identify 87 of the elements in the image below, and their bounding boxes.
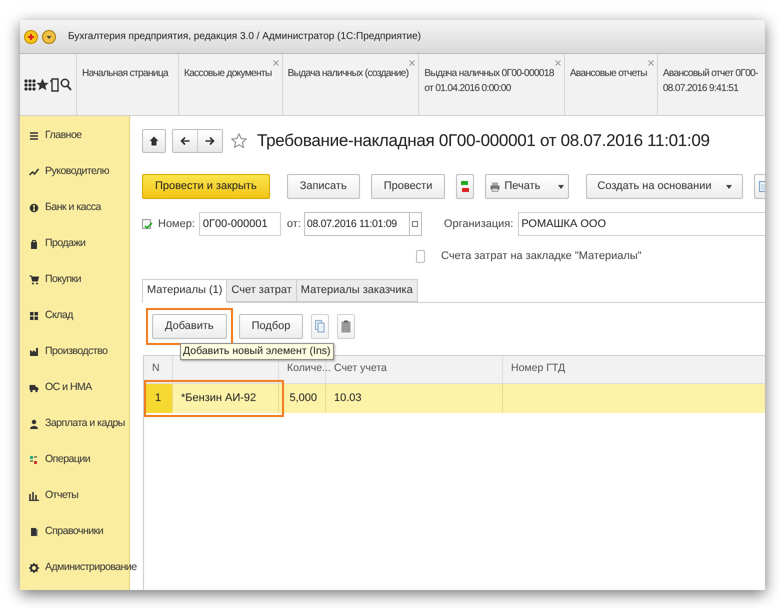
close-icon[interactable] <box>409 60 416 66</box>
home-icon <box>149 136 159 146</box>
sidebar-item[interactable]: Банк и касса <box>29 198 101 218</box>
warehouse-icon <box>29 311 39 321</box>
form-tab[interactable]: Материалы заказчика <box>296 278 418 302</box>
dropdown-caret-icon <box>558 184 564 188</box>
apps-grid-icon[interactable] <box>24 78 36 90</box>
form-title: Требование-накладная 0Г00-000001 от 08.07.2016 11:01:09 <box>257 130 710 152</box>
window-title: Бухгалтерия предприятия, редакция 3.0 / Администратор (1С:Предприятие) <box>68 30 422 44</box>
truck-icon <box>29 383 39 393</box>
table-toolbar-button[interactable]: Подбор <box>238 314 304 338</box>
sidebar-item[interactable]: Администрирование <box>29 558 137 578</box>
close-icon[interactable] <box>554 60 561 66</box>
number-field[interactable]: 0Г00-000001 <box>198 212 281 236</box>
tooltip: Добавить новый элемент (Ins) <box>180 342 334 360</box>
toolbar-button[interactable]: Провести <box>370 174 446 199</box>
books-icon <box>29 527 39 537</box>
paste-button[interactable] <box>337 314 356 338</box>
sidebar-item[interactable]: Зарплата и кадры <box>29 414 125 434</box>
star-outline-icon[interactable] <box>231 133 247 149</box>
ledger-entries-button[interactable] <box>456 174 474 199</box>
factory-icon <box>29 347 39 357</box>
checkbox-label: Счета затрат на закладке "Материалы" <box>441 249 642 264</box>
coin-icon <box>29 203 39 213</box>
sidebar-item[interactable]: ОС и НМА <box>29 378 92 398</box>
form-tab[interactable]: Счет затрат <box>227 278 297 302</box>
sidebar-item[interactable]: Производство <box>29 342 108 362</box>
sidebar-item[interactable]: Отчеты <box>29 486 78 506</box>
table-cell: 5,000 <box>279 384 326 412</box>
copy-button[interactable] <box>311 314 330 338</box>
trend-icon <box>29 167 39 177</box>
document-icon <box>758 181 765 192</box>
bar-chart-icon <box>29 491 39 501</box>
menu-caret-icon[interactable] <box>42 30 56 44</box>
bag-icon <box>29 239 39 249</box>
table-row[interactable]: 1 *Бензин АИ-92 5,000 10.03 <box>144 384 765 412</box>
post-and-close-button[interactable]: Провести и закрыть <box>142 174 270 199</box>
create-based-on-button[interactable]: Создать на основании <box>586 174 743 199</box>
sidebar-item[interactable]: Продажи <box>29 234 86 254</box>
column-header[interactable]: N <box>144 356 173 382</box>
section-tab[interactable]: Выдача наличных (создание) <box>282 54 420 115</box>
app-logo-icon[interactable] <box>24 30 38 44</box>
calendar-icon <box>412 221 418 227</box>
document-check-icon <box>142 218 153 230</box>
table-toolbar-button[interactable]: Добавить <box>152 314 227 338</box>
sidebar-item[interactable]: Склад <box>29 306 73 326</box>
clipboard-icon <box>341 320 352 332</box>
calendar-button[interactable] <box>410 212 422 236</box>
search-icon[interactable] <box>60 78 72 91</box>
checkbox[interactable] <box>416 250 425 263</box>
sidebar-item[interactable]: Покупки <box>29 270 81 290</box>
date-field[interactable]: 08.07.2016 11:01:09 <box>304 212 410 236</box>
star-icon[interactable] <box>36 78 49 91</box>
sidebar-item[interactable]: Руководителю <box>29 162 110 182</box>
sidebar-item[interactable]: Операции <box>29 450 90 470</box>
section-tab[interactable]: Начальная страница <box>77 54 179 115</box>
ledger-icon <box>460 180 470 194</box>
print-button[interactable]: Печать <box>485 174 570 199</box>
person-icon <box>29 419 39 429</box>
printer-icon <box>490 182 500 192</box>
organization-label: Организация: <box>444 216 514 232</box>
organization-field[interactable]: РОМАШКА ООО <box>518 212 765 236</box>
forward-arrow-icon <box>205 136 215 146</box>
section-tab[interactable]: Выдача наличных 0Г00-000018 от 01.04.2016 0:00:00 <box>419 54 565 115</box>
back-arrow-icon <box>180 136 190 146</box>
close-icon[interactable] <box>648 60 654 66</box>
form-tab[interactable]: Материалы (1) <box>142 278 228 302</box>
sidebar-item[interactable]: Справочники <box>29 522 104 542</box>
dropdown-caret-icon <box>726 184 732 188</box>
date-label: от: <box>286 216 301 232</box>
cart-icon <box>29 275 39 285</box>
ledger-icon <box>29 455 39 465</box>
column-header[interactable]: Номер ГТД <box>503 356 765 382</box>
copy-icon <box>315 320 326 332</box>
sidebar-item[interactable]: Главное <box>29 126 82 146</box>
table-cell: 1 <box>144 384 173 412</box>
section-tab[interactable]: Кассовые документы <box>178 54 283 115</box>
section-tab[interactable]: Авансовый отчет 0Г00- 08.07.2016 9:41:51 <box>658 54 765 115</box>
table-cell: *Бензин АИ-92 <box>173 384 279 412</box>
toolbar-button[interactable]: Записать <box>286 174 360 199</box>
number-label: Номер: <box>158 216 195 232</box>
close-icon[interactable] <box>272 60 279 66</box>
section-tab[interactable]: Авансовые отчеты <box>564 54 658 115</box>
gear-icon <box>29 563 39 573</box>
table-cell: 10.03 <box>326 384 503 412</box>
home-button[interactable] <box>142 129 166 153</box>
list-icon <box>29 131 39 141</box>
